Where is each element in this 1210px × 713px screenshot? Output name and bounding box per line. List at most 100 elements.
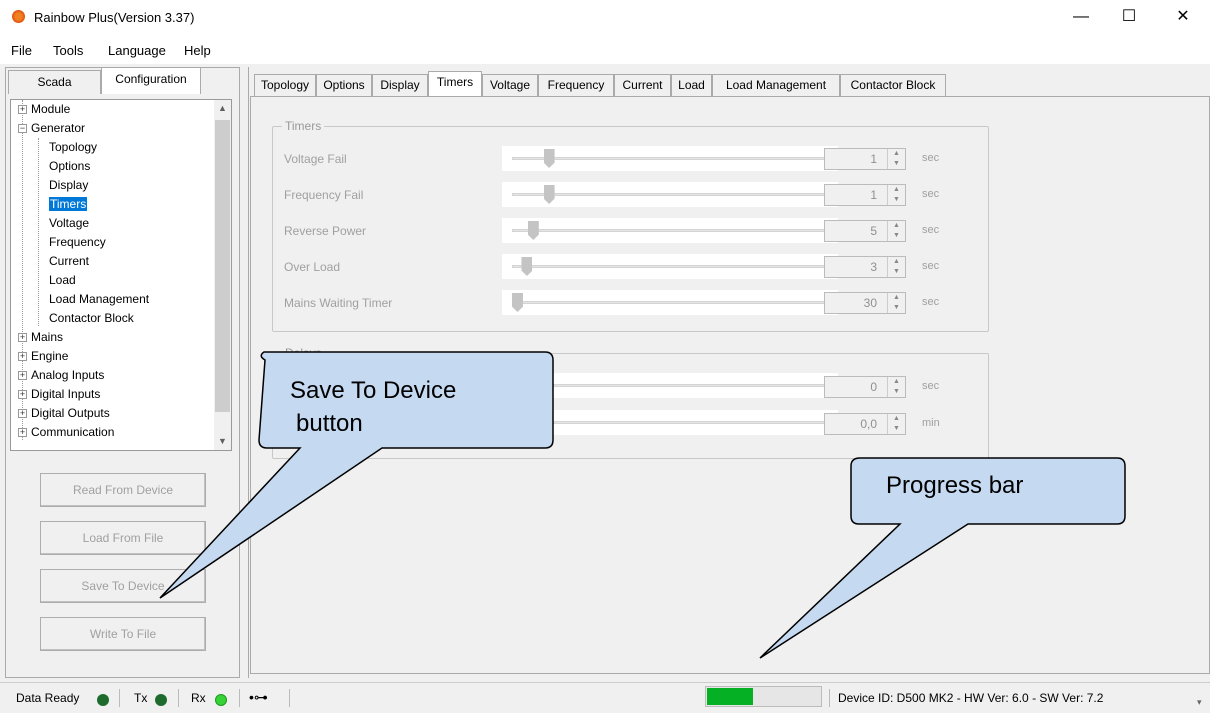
- unit-label: sec: [922, 296, 940, 308]
- spinner-arrows-icon[interactable]: ▲ ▼: [887, 257, 905, 277]
- timer-slider[interactable]: [502, 254, 838, 279]
- menu-help[interactable]: Help: [184, 43, 211, 58]
- collapse-icon[interactable]: −: [18, 124, 27, 133]
- timer-slider[interactable]: [502, 146, 838, 171]
- tree-item-contactor-block[interactable]: Contactor Block: [49, 309, 134, 328]
- tab-load[interactable]: Load: [671, 74, 712, 96]
- expand-icon[interactable]: +: [18, 352, 27, 361]
- slider-thumb[interactable]: [512, 293, 523, 312]
- timer-value-spinner[interactable]: 1 ▲ ▼: [824, 148, 906, 170]
- scroll-down-icon[interactable]: ▼: [214, 433, 231, 450]
- tab-current[interactable]: Current: [614, 74, 671, 96]
- app-icon: [12, 10, 25, 23]
- data-ready-label: Data Ready: [16, 691, 80, 705]
- tab-timers[interactable]: Timers: [428, 71, 482, 96]
- timer-label: Frequency Fail: [284, 188, 364, 202]
- expand-icon[interactable]: +: [18, 105, 27, 114]
- tx-led-icon: [155, 694, 167, 706]
- tree-item-topology[interactable]: Topology: [49, 138, 97, 157]
- divider: [239, 689, 240, 707]
- tab-topology[interactable]: Topology: [254, 74, 316, 96]
- delay-value-spinner[interactable]: 0 ▲ ▼: [824, 376, 906, 398]
- minimize-button[interactable]: —: [1058, 4, 1104, 32]
- load-from-file-button[interactable]: Load From File: [40, 521, 206, 555]
- save-to-device-button[interactable]: Save To Device: [40, 569, 206, 603]
- expand-icon[interactable]: +: [18, 428, 27, 437]
- read-from-device-button[interactable]: Read From Device: [40, 473, 206, 507]
- timer-value-spinner[interactable]: 30 ▲ ▼: [824, 292, 906, 314]
- timer-value-spinner[interactable]: 5 ▲ ▼: [824, 220, 906, 242]
- spinner-arrows-icon[interactable]: ▲ ▼: [887, 185, 905, 205]
- tree-item-frequency[interactable]: Frequency: [49, 233, 106, 252]
- slider-thumb[interactable]: [521, 257, 533, 276]
- tree-item-load[interactable]: Load: [49, 271, 76, 290]
- timer-label: Reverse Power: [284, 224, 367, 238]
- delays-group: Delays: [272, 346, 989, 459]
- timer-slider[interactable]: [502, 290, 838, 315]
- scroll-up-icon[interactable]: ▲: [214, 100, 231, 117]
- progress-bar: [705, 686, 822, 707]
- menu-tools[interactable]: Tools: [53, 43, 83, 58]
- unit-label: sec: [922, 152, 940, 164]
- write-to-file-button[interactable]: Write To File: [40, 617, 206, 651]
- tree-item-timers[interactable]: Timers: [49, 195, 88, 214]
- slider-thumb[interactable]: [527, 221, 539, 240]
- resize-grip-icon[interactable]: ▾: [1197, 697, 1202, 708]
- config-tree: + Module − Generator Topology Options Di…: [10, 99, 232, 451]
- tab-contactor-block[interactable]: Contactor Block: [840, 74, 946, 96]
- expand-icon[interactable]: +: [18, 390, 27, 399]
- tab-configuration[interactable]: Configuration: [101, 67, 201, 94]
- tree-item-load-management[interactable]: Load Management: [49, 290, 149, 309]
- progress-callout-text: Progress bar: [886, 472, 1024, 499]
- close-button[interactable]: ✕: [1160, 4, 1206, 32]
- progress-fill: [707, 688, 753, 705]
- tree-item-current[interactable]: Current: [49, 252, 89, 271]
- tab-frequency[interactable]: Frequency: [538, 74, 614, 96]
- tab-options[interactable]: Options: [316, 74, 372, 96]
- tab-scada[interactable]: Scada: [8, 70, 101, 94]
- slider-thumb[interactable]: [543, 185, 555, 204]
- timer-slider[interactable]: [502, 218, 838, 243]
- divider: [119, 689, 120, 707]
- rx-led-icon: [215, 694, 227, 706]
- divider: [289, 689, 290, 707]
- maximize-button[interactable]: ☐: [1106, 4, 1152, 32]
- timer-slider[interactable]: [502, 182, 838, 207]
- expand-icon[interactable]: +: [18, 333, 27, 342]
- status-bar: Data Ready Tx Rx •⊶ Device ID: D500 MK2 …: [0, 682, 1210, 713]
- tab-display[interactable]: Display: [372, 74, 428, 96]
- tree-guide: [38, 138, 39, 326]
- timer-value-spinner[interactable]: 1 ▲ ▼: [824, 184, 906, 206]
- timer-label: Over Load: [284, 260, 341, 274]
- tree-item-display[interactable]: Display: [49, 176, 88, 195]
- timer-value-spinner[interactable]: 3 ▲ ▼: [824, 256, 906, 278]
- save-callout-title: Save To Device: [290, 377, 457, 404]
- slider-thumb[interactable]: [543, 149, 555, 168]
- tree-item-options[interactable]: Options: [49, 157, 90, 176]
- menu-bar: File Tools Language Help: [0, 38, 1210, 64]
- menu-file[interactable]: File: [11, 43, 32, 58]
- tab-load-management[interactable]: Load Management: [712, 74, 840, 96]
- tx-label: Tx: [134, 691, 148, 705]
- delay-slider[interactable]: [502, 410, 838, 435]
- divider: [829, 689, 830, 707]
- unit-label: sec: [922, 260, 940, 272]
- scrollbar-thumb[interactable]: [215, 120, 230, 412]
- title-bar: Rainbow Plus(Version 3.37) — ☐ ✕: [0, 0, 1210, 38]
- spinner-arrows-icon[interactable]: ▲ ▼: [887, 149, 905, 169]
- tree-item-voltage[interactable]: Voltage: [49, 214, 89, 233]
- tree-scrollbar[interactable]: ▲ ▼: [214, 100, 231, 450]
- expand-icon[interactable]: +: [18, 371, 27, 380]
- rx-label: Rx: [191, 691, 206, 705]
- unit-label: sec: [922, 188, 940, 200]
- delay-slider[interactable]: [502, 373, 838, 398]
- tab-voltage[interactable]: Voltage: [482, 74, 538, 96]
- unit-label: sec: [922, 380, 940, 392]
- delays-group-legend: Delays: [282, 346, 325, 360]
- spinner-arrows-icon[interactable]: ▲ ▼: [887, 221, 905, 241]
- delay-value-spinner[interactable]: 0,0 ▲ ▼: [824, 413, 906, 435]
- spinner-arrows-icon[interactable]: ▲ ▼: [887, 293, 905, 313]
- expand-icon[interactable]: +: [18, 409, 27, 418]
- unit-label: sec: [922, 224, 940, 236]
- menu-language[interactable]: Language: [108, 43, 166, 58]
